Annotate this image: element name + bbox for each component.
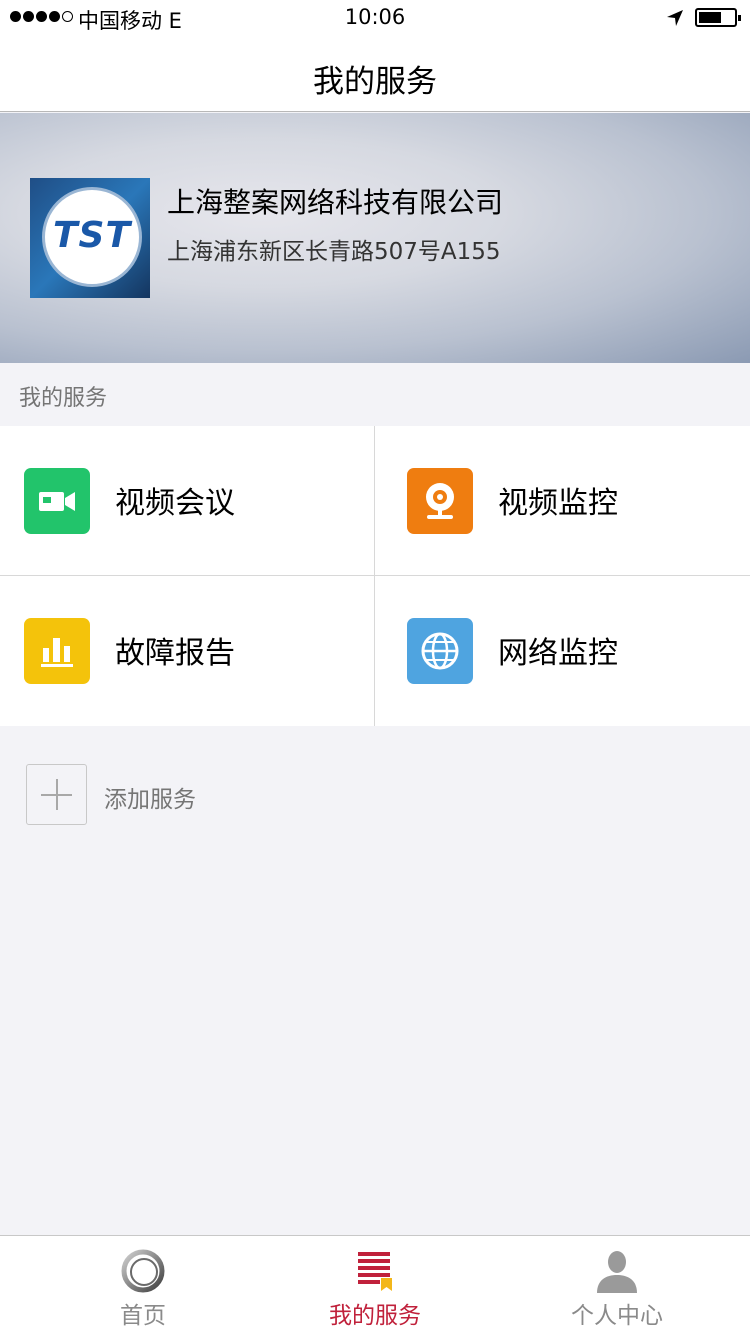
tab-home[interactable]: 首页 xyxy=(18,1236,268,1333)
service-label: 视频监控 xyxy=(498,486,618,521)
tab-label: 个人中心 xyxy=(571,1303,663,1329)
service-fault-report[interactable]: 故障报告 xyxy=(0,576,375,726)
company-banner: TST 上海整案网络科技有限公司 上海浦东新区长青路507号A155 xyxy=(0,113,750,363)
ring-icon xyxy=(18,1248,268,1294)
service-network-monitoring[interactable]: 网络监控 xyxy=(375,576,750,726)
service-video-surveillance[interactable]: 视频监控 xyxy=(375,426,750,576)
tab-personal-center[interactable]: 个人中心 xyxy=(492,1236,742,1333)
navigation-bar: 我的服务 xyxy=(0,40,750,112)
status-bar: 中国移动 E 10:06 xyxy=(0,0,750,40)
logo-badge: TST xyxy=(42,187,142,287)
services-grid: 视频会议 视频监控 故障报告 网络监控 xyxy=(0,426,750,726)
bar-chart-icon xyxy=(24,618,90,684)
service-label: 网络监控 xyxy=(498,636,618,671)
tab-label: 首页 xyxy=(120,1303,166,1329)
person-icon xyxy=(492,1248,742,1294)
globe-icon xyxy=(407,618,473,684)
video-camera-icon xyxy=(24,468,90,534)
add-service-button[interactable] xyxy=(26,764,87,825)
service-label: 故障报告 xyxy=(115,636,235,671)
webcam-icon xyxy=(407,468,473,534)
service-video-conference[interactable]: 视频会议 xyxy=(0,426,375,576)
section-title: 我的服务 xyxy=(19,386,108,411)
tab-bar: 首页 我的服务 个人中心 xyxy=(0,1235,750,1333)
clock: 10:06 xyxy=(344,5,406,29)
company-name: 上海整案网络科技有限公司 xyxy=(167,186,504,219)
tab-my-services[interactable]: 我的服务 xyxy=(250,1236,500,1333)
company-logo: TST xyxy=(30,178,150,298)
page-title: 我的服务 xyxy=(313,64,437,100)
location-arrow-icon xyxy=(667,10,683,26)
battery-icon xyxy=(695,8,741,27)
service-label: 视频会议 xyxy=(115,486,235,521)
tab-label: 我的服务 xyxy=(329,1303,421,1329)
add-service-label[interactable]: 添加服务 xyxy=(104,780,196,814)
logo-text: TST xyxy=(52,215,132,256)
company-address: 上海浦东新区长青路507号A155 xyxy=(167,239,501,265)
list-bookmark-icon xyxy=(250,1248,500,1294)
